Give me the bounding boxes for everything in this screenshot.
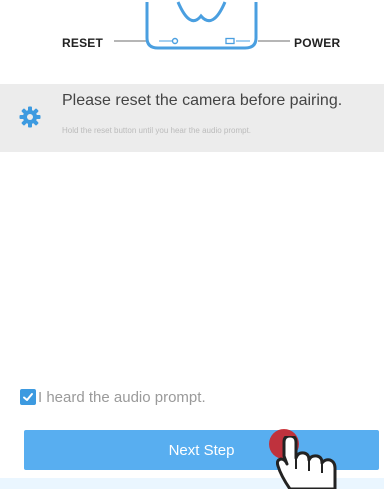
reset-instruction-card: Please reset the camera before pairing. …	[0, 84, 384, 152]
audio-prompt-confirmation[interactable]: I heard the audio prompt.	[20, 387, 206, 407]
audio-prompt-checkbox[interactable]	[20, 389, 36, 405]
checkmark-icon	[23, 393, 33, 401]
reset-instruction-subtitle: Hold the reset button until you hear the…	[62, 126, 252, 135]
power-port-label: POWER	[294, 36, 341, 50]
camera-reset-diagram: RESET POWER	[0, 0, 384, 84]
gear-icon	[18, 105, 42, 129]
next-step-label: Next Step	[168, 441, 235, 459]
pointing-hand-icon	[275, 434, 356, 494]
audio-prompt-label: I heard the audio prompt.	[38, 388, 206, 406]
reset-port-label: RESET	[62, 36, 104, 50]
reset-instruction-title: Please reset the camera before pairing.	[62, 92, 343, 109]
